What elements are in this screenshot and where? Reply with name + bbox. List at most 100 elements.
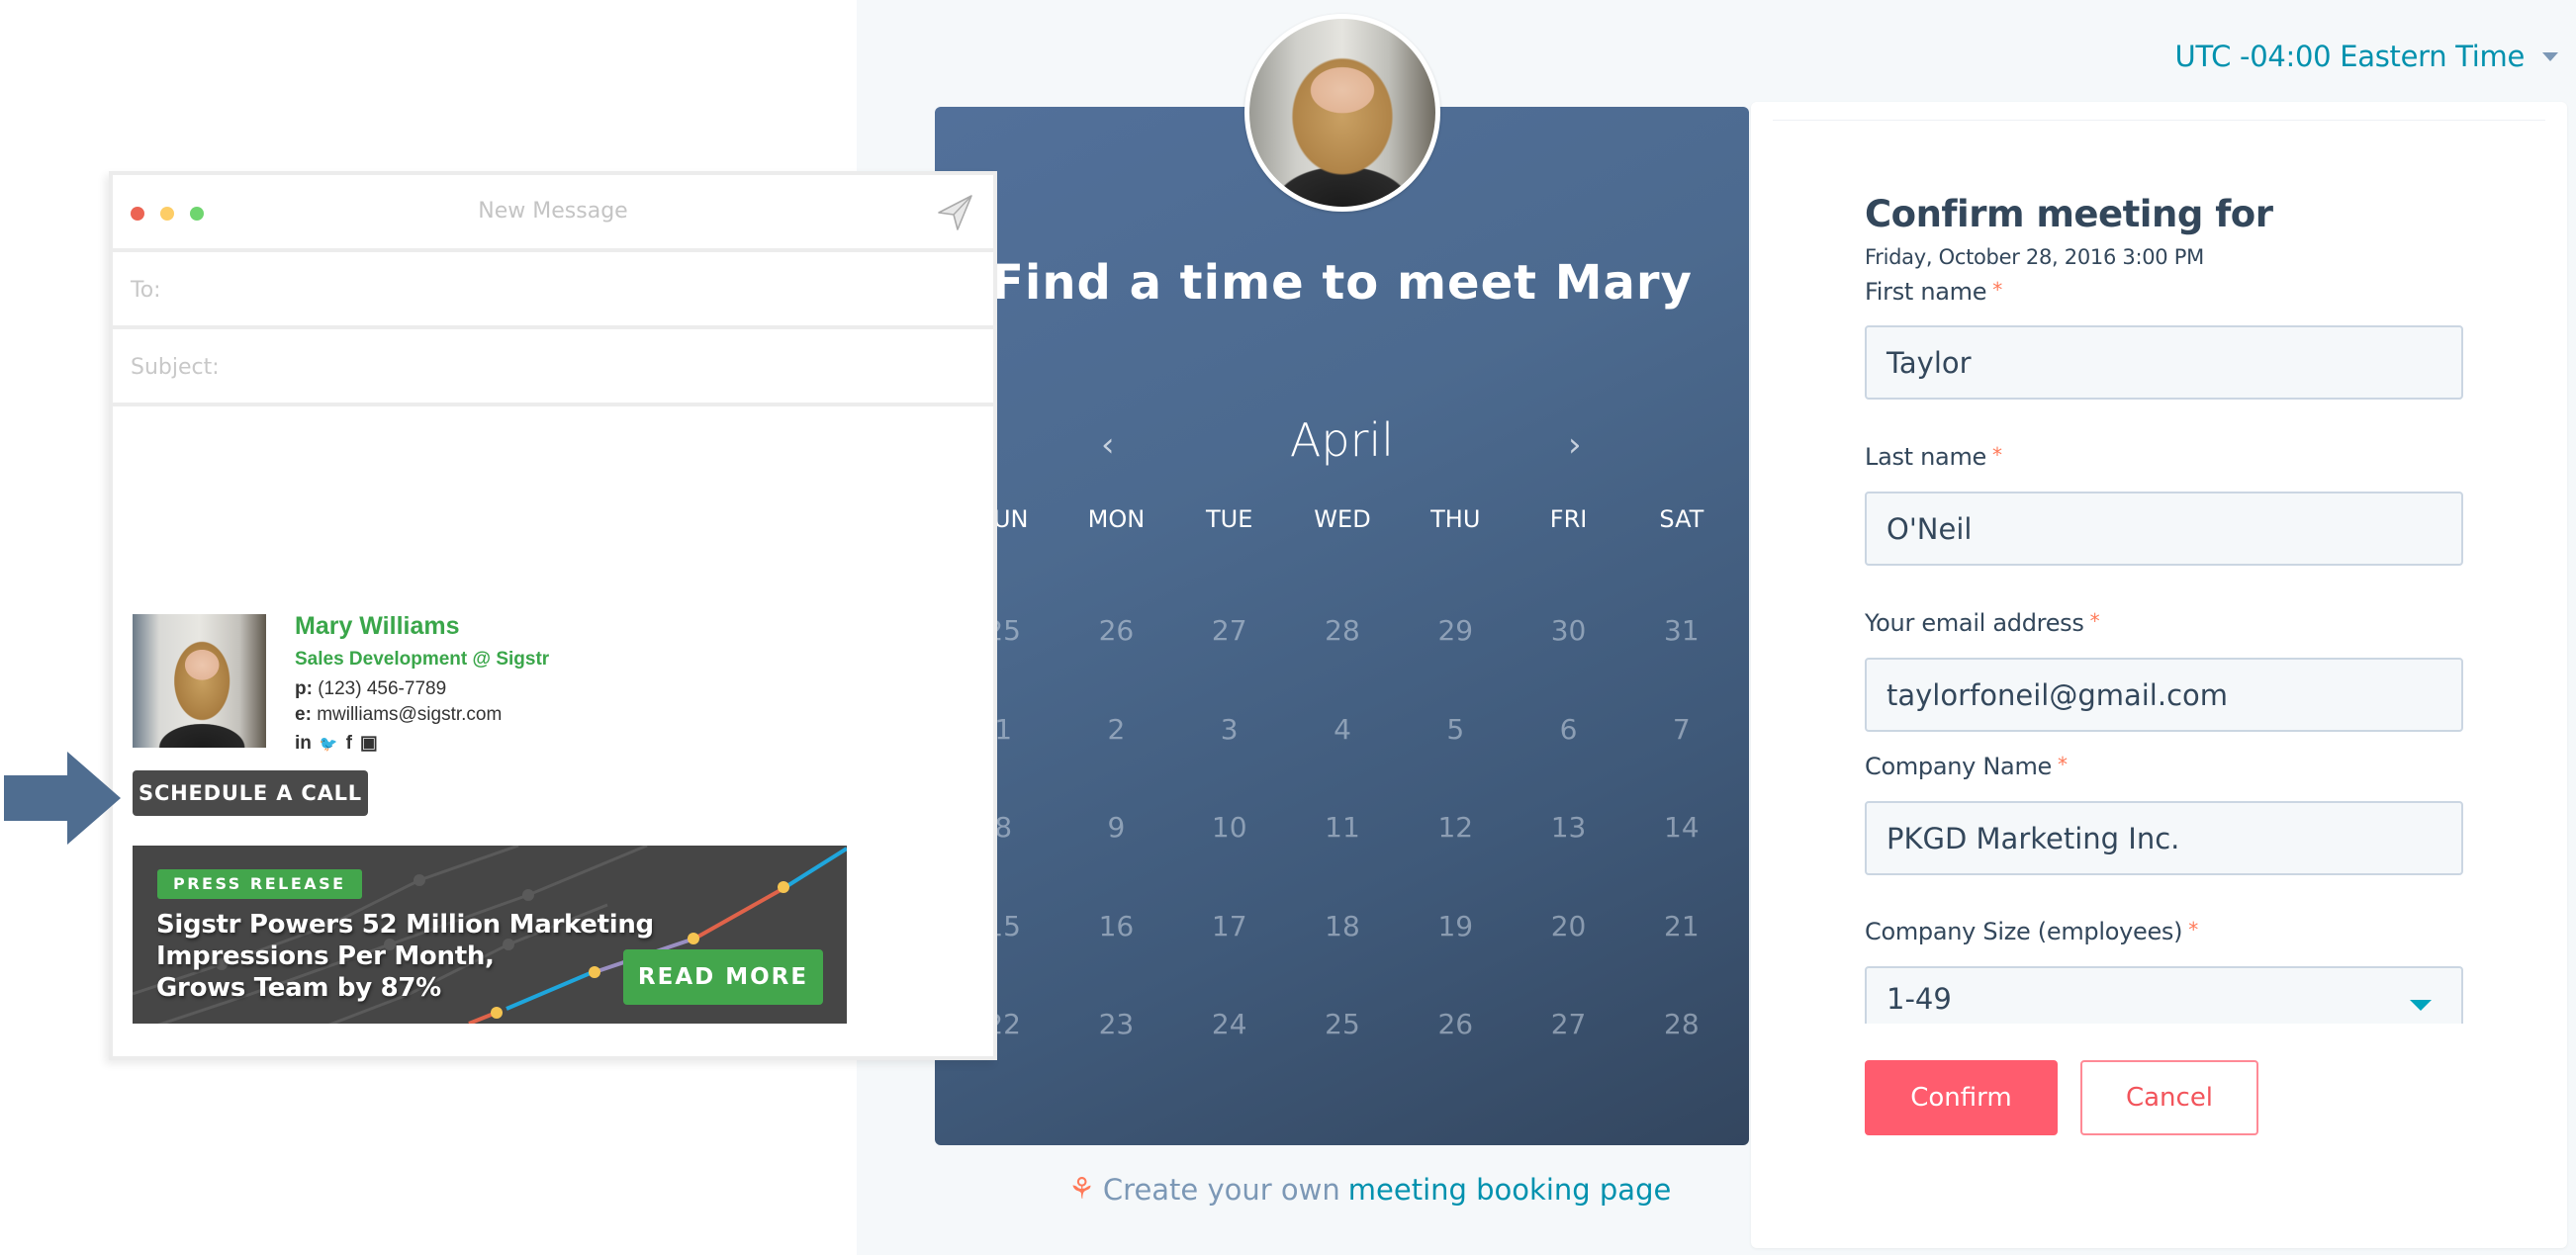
calendar-day[interactable]: 24 xyxy=(1173,975,1286,1074)
create-booking-page-promo: ⚘ Create your own meeting booking page xyxy=(1068,1172,1671,1207)
required-mark: * xyxy=(1992,278,2002,302)
company-name-label: Company Name * xyxy=(1865,753,2068,780)
calendar-day[interactable]: 27 xyxy=(1512,975,1624,1074)
press-release-tag: PRESS RELEASE xyxy=(157,869,362,899)
label-text: Your email address xyxy=(1865,609,2084,637)
arrow-right-icon xyxy=(4,752,121,845)
confirm-meeting-form: Confirm meeting for Friday, October 28, … xyxy=(1751,102,2567,1248)
calendar-day[interactable]: 28 xyxy=(1625,975,1738,1074)
calendar-day[interactable]: 26 xyxy=(1059,582,1172,680)
calendar-day[interactable]: 23 xyxy=(1059,975,1172,1074)
calendar-day[interactable]: 19 xyxy=(1399,877,1512,976)
calendar-day[interactable]: 3 xyxy=(1173,680,1286,779)
email-label: Your email address * xyxy=(1865,609,2100,637)
calendar-day[interactable]: 20 xyxy=(1512,877,1624,976)
calendar-day[interactable]: 30 xyxy=(1512,582,1624,680)
calendar-day[interactable]: 18 xyxy=(1286,877,1399,976)
page: UTC -04:00 Eastern Time Find a time to m… xyxy=(0,0,2576,1255)
phone-value: (123) 456-7789 xyxy=(318,678,447,699)
weekday-label: SAT xyxy=(1659,505,1704,533)
calendar-day[interactable]: 14 xyxy=(1625,778,1738,877)
calendar-day[interactable]: 6 xyxy=(1512,680,1624,779)
signature-photo xyxy=(133,614,266,748)
first-name-label: First name * xyxy=(1865,278,2002,306)
calendar-day[interactable]: 7 xyxy=(1625,680,1738,779)
calendar-day[interactable]: 25 xyxy=(1286,975,1399,1074)
label-text: First name xyxy=(1865,278,1987,306)
calendar-day[interactable]: 29 xyxy=(1399,582,1512,680)
first-name-input[interactable]: Taylor xyxy=(1865,325,2463,400)
banner-headline: Sigstr Powers 52 Million Marketing Impre… xyxy=(156,909,654,1004)
email-value[interactable]: mwilliams@sigstr.com xyxy=(317,704,502,725)
month-navigation: ‹ April › xyxy=(935,413,1749,483)
calendar-day[interactable]: 26 xyxy=(1399,975,1512,1074)
weekday-label: THU xyxy=(1430,505,1481,533)
facebook-icon[interactable]: f xyxy=(346,733,352,755)
required-mark: * xyxy=(2089,609,2100,633)
company-size-select[interactable]: 1-49 xyxy=(1865,966,2463,1024)
calendar-day[interactable]: 2 xyxy=(1059,680,1172,779)
calendar-day[interactable]: 5 xyxy=(1399,680,1512,779)
signature-role: Sales Development @ Sigstr xyxy=(295,649,550,670)
schedule-a-call-button[interactable]: SCHEDULE A CALL xyxy=(133,770,368,816)
company-name-input[interactable]: PKGD Marketing Inc. xyxy=(1865,801,2463,875)
promo-prefix: Create your own xyxy=(1102,1172,1340,1207)
dropdown-arrow-icon xyxy=(2410,1000,2432,1011)
twitter-icon[interactable]: 🐦 xyxy=(320,735,338,753)
calendar-day[interactable]: 4 xyxy=(1286,680,1399,779)
host-photo xyxy=(1249,19,1435,207)
divider xyxy=(1773,120,2545,121)
chevron-right-icon[interactable]: › xyxy=(1568,425,1582,465)
weekday-label: MON xyxy=(1087,505,1146,533)
month-label: April xyxy=(1289,413,1395,467)
weekday-label: FRI xyxy=(1549,505,1588,533)
send-icon[interactable] xyxy=(936,193,975,232)
calendar-day[interactable]: 12 xyxy=(1399,778,1512,877)
calendar-day[interactable]: 16 xyxy=(1059,877,1172,976)
calendar-day[interactable]: 13 xyxy=(1512,778,1624,877)
calendar-day[interactable]: 21 xyxy=(1625,877,1738,976)
timezone-label: UTC -04:00 Eastern Time xyxy=(2174,40,2526,73)
headline-line: Grows Team by 87% xyxy=(156,973,441,1003)
calendar-day[interactable]: 9 xyxy=(1059,778,1172,877)
meeting-booking-page-link[interactable]: meeting booking page xyxy=(1348,1173,1672,1207)
label-text: Last name xyxy=(1865,443,1986,471)
instagram-icon[interactable]: ▣ xyxy=(360,732,378,755)
calendar-day[interactable]: 10 xyxy=(1173,778,1286,877)
last-name-label: Last name * xyxy=(1865,443,2002,471)
social-links: in 🐦 f ▣ xyxy=(295,732,690,755)
calendar-day[interactable]: 11 xyxy=(1286,778,1399,877)
label-text: Company Name xyxy=(1865,753,2053,780)
weekday-header: SUN MON TUE WED THU FRI SAT xyxy=(947,504,1738,564)
subject-field[interactable]: Subject: xyxy=(113,329,993,406)
headline-line: Impressions Per Month, xyxy=(156,941,495,971)
signature-name: Mary Williams xyxy=(295,612,460,640)
window-title: New Message xyxy=(478,199,628,224)
calendar-day[interactable]: 27 xyxy=(1173,582,1286,680)
last-name-input[interactable]: O'Neil xyxy=(1865,492,2463,566)
hubspot-sprocket-icon: ⚘ xyxy=(1068,1172,1095,1207)
linkedin-icon[interactable]: in xyxy=(295,733,312,755)
confirm-button[interactable]: Confirm xyxy=(1865,1060,2058,1135)
window-titlebar: New Message xyxy=(113,175,993,252)
email-label: e: xyxy=(295,704,312,725)
timezone-selector[interactable]: UTC -04:00 Eastern Time xyxy=(2175,40,2558,73)
company-size-label: Company Size (employees) * xyxy=(1865,918,2198,945)
calendar-day[interactable]: 17 xyxy=(1173,877,1286,976)
host-avatar xyxy=(1244,14,1440,212)
calendar-day[interactable]: 28 xyxy=(1286,582,1399,680)
phone-label: p: xyxy=(295,678,313,699)
signature-email: e: mwilliams@sigstr.com xyxy=(295,704,690,726)
label-text: Company Size (employees) xyxy=(1865,918,2183,945)
calendar-day[interactable]: 31 xyxy=(1625,582,1738,680)
cancel-button[interactable]: Cancel xyxy=(2080,1060,2258,1135)
email-input[interactable]: taylorfoneil@gmail.com xyxy=(1865,658,2463,732)
to-field[interactable]: To: xyxy=(113,252,993,329)
required-mark: * xyxy=(1991,443,2002,467)
to-label: To: xyxy=(131,278,161,303)
press-release-banner[interactable]: PRESS RELEASE Sigstr Powers 52 Million M… xyxy=(133,846,847,1024)
caret-down-icon xyxy=(2542,51,2558,61)
form-heading: Confirm meeting for xyxy=(1865,193,2273,235)
read-more-button[interactable]: READ MORE xyxy=(623,949,823,1005)
weekday-label: TUE xyxy=(1206,505,1253,533)
